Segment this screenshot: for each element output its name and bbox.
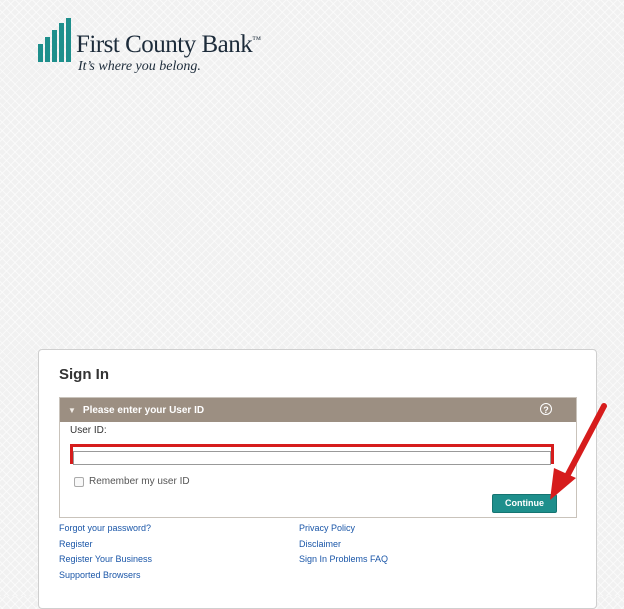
remember-checkbox[interactable] bbox=[74, 476, 84, 487]
user-id-input[interactable] bbox=[73, 450, 551, 465]
user-id-label: User ID: bbox=[70, 425, 107, 436]
register-business-link[interactable]: Register Your Business bbox=[59, 552, 152, 568]
bank-name: First County Bank™ bbox=[76, 31, 261, 58]
forgot-password-link[interactable]: Forgot your password? bbox=[59, 521, 152, 537]
remember-me[interactable]: Remember my user ID bbox=[74, 476, 190, 487]
links-right: Privacy Policy Disclaimer Sign In Proble… bbox=[299, 521, 388, 568]
register-link[interactable]: Register bbox=[59, 537, 152, 553]
sign-in-faq-link[interactable]: Sign In Problems FAQ bbox=[299, 552, 388, 568]
user-id-panel: ▼ Please enter your User ID ? User ID: R… bbox=[59, 397, 577, 518]
sign-in-card: Sign In ▼ Please enter your User ID ? Us… bbox=[38, 349, 597, 609]
remember-label[interactable]: Remember my user ID bbox=[89, 476, 190, 487]
links-left: Forgot your password? Register Register … bbox=[59, 521, 152, 583]
collapse-caret-icon[interactable]: ▼ bbox=[68, 406, 76, 415]
privacy-policy-link[interactable]: Privacy Policy bbox=[299, 521, 388, 537]
user-id-highlight bbox=[70, 444, 554, 465]
supported-browsers-link[interactable]: Supported Browsers bbox=[59, 568, 152, 584]
bank-logo-bars-icon bbox=[38, 18, 71, 62]
bank-tagline: It’s where you belong. bbox=[78, 59, 201, 74]
disclaimer-link[interactable]: Disclaimer bbox=[299, 537, 388, 553]
bank-logo: First County Bank™ It’s where you belong… bbox=[38, 18, 278, 78]
trademark: ™ bbox=[252, 34, 261, 45]
panel-header[interactable]: ▼ Please enter your User ID ? bbox=[60, 398, 576, 422]
annotation-arrow-icon bbox=[550, 403, 607, 500]
panel-title: Please enter your User ID bbox=[82, 404, 205, 416]
sign-in-title: Sign In bbox=[59, 366, 109, 383]
